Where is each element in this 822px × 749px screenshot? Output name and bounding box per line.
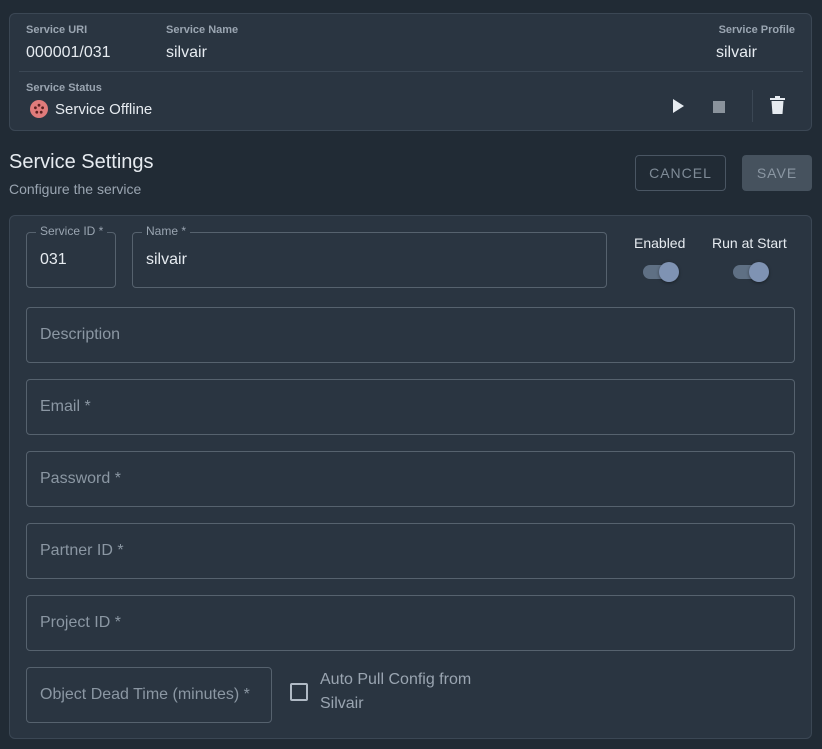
- auto-pull-label: Auto Pull Config from Silvair: [320, 671, 472, 712]
- auto-pull-checkbox[interactable]: [290, 683, 308, 701]
- project-id-field[interactable]: Project ID *: [26, 595, 795, 651]
- service-status-label: Service Status: [26, 82, 102, 94]
- dead-time-field[interactable]: Object Dead Time (minutes) *: [26, 667, 272, 723]
- email-field[interactable]: Email *: [26, 379, 795, 435]
- dead-time-placeholder: Object Dead Time (minutes) *: [40, 686, 250, 703]
- save-button[interactable]: SAVE: [742, 155, 812, 191]
- name-label: Name *: [142, 224, 191, 238]
- password-placeholder: Password *: [40, 470, 121, 487]
- offline-status-icon: [30, 100, 48, 118]
- service-profile-value: silvair: [716, 44, 757, 61]
- cancel-button[interactable]: CANCEL: [635, 155, 726, 191]
- actions-divider: [752, 90, 753, 122]
- service-name-label: Service Name: [166, 24, 239, 36]
- stop-icon[interactable]: [713, 100, 725, 118]
- trash-icon[interactable]: [770, 96, 785, 119]
- name-field[interactable]: Name * silvair: [132, 224, 607, 288]
- service-uri-value: 000001/031: [26, 44, 111, 61]
- service-id-value: 031: [40, 251, 67, 268]
- email-placeholder: Email *: [40, 398, 91, 415]
- run-at-start-label: Run at Start: [712, 235, 787, 251]
- service-status-value: Service Offline: [55, 101, 153, 118]
- info-divider: [19, 71, 803, 72]
- description-placeholder: Description: [40, 326, 121, 343]
- partner-id-placeholder: Partner ID *: [40, 542, 124, 559]
- enabled-toggle[interactable]: [643, 262, 679, 282]
- enabled-toggle-thumb: [659, 262, 679, 282]
- partner-id-field[interactable]: Partner ID *: [26, 523, 795, 579]
- page-title: Service Settings: [9, 151, 154, 173]
- service-id-label: Service ID *: [36, 224, 108, 238]
- run-at-start-toggle[interactable]: [733, 262, 769, 282]
- password-field[interactable]: Password *: [26, 451, 795, 507]
- play-icon[interactable]: [671, 98, 685, 119]
- page-subtitle: Configure the service: [9, 181, 142, 197]
- service-uri-label: Service URI: [26, 24, 88, 36]
- service-settings-form: Service ID * 031 Name * silvair Enabled …: [9, 215, 812, 739]
- service-info-card: Service URI 000001/031 Service Name silv…: [9, 13, 812, 131]
- enabled-label: Enabled: [634, 235, 686, 251]
- name-value: silvair: [146, 251, 187, 268]
- service-name-value: silvair: [166, 44, 207, 61]
- service-id-field[interactable]: Service ID * 031: [26, 224, 116, 288]
- service-profile-label: Service Profile: [718, 24, 795, 36]
- run-at-start-toggle-thumb: [749, 262, 769, 282]
- project-id-placeholder: Project ID *: [40, 614, 121, 631]
- description-field[interactable]: Description: [26, 307, 795, 363]
